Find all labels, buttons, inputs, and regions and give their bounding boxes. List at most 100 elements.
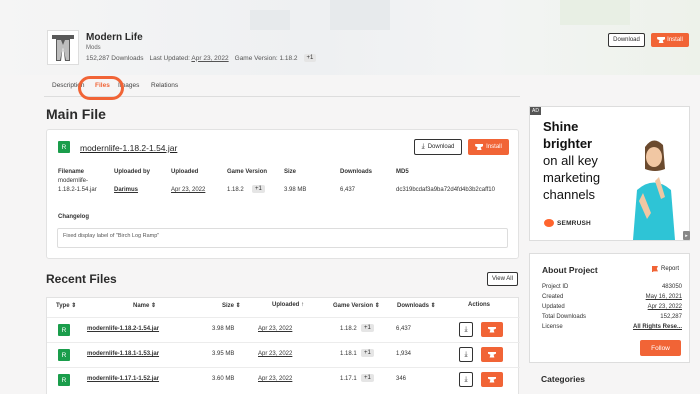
filename-line1: modernlife- (58, 178, 89, 184)
tab-relations[interactable]: Relations (151, 82, 178, 89)
anvil-icon (488, 326, 496, 333)
about-field: License All Rights Rese... (542, 324, 682, 330)
col-name-header[interactable]: Name ⇕ (133, 302, 156, 309)
filename-line2: 1.18.2-1.54.jar (58, 187, 97, 193)
main-file-download-button[interactable]: ⤓ Download (414, 139, 462, 155)
flag-icon (651, 266, 658, 272)
anvil-icon (657, 37, 666, 43)
project-category[interactable]: Mods (86, 45, 101, 51)
ad-brand-name: SEMRUSH (557, 219, 591, 227)
table-row[interactable]: R modernlife-1.18.2-1.54.jar 3.98 MB Apr… (47, 317, 520, 342)
game-version-extra-chip[interactable]: +1 (361, 349, 374, 357)
ad-scroll-icon[interactable]: ▸ (683, 231, 690, 240)
license-link[interactable]: All Rights Rese... (633, 324, 682, 330)
table-row[interactable]: R modernlife-1.17.1-1.52.jar 3.60 MB Apr… (47, 367, 520, 392)
download-icon: ⤓ (464, 375, 468, 383)
col-filename-header: Filename (58, 169, 85, 175)
main-file-install-button[interactable]: Install (468, 139, 509, 155)
game-version-extra-chip[interactable]: +1 (361, 374, 374, 382)
file-game-version: 1.18.1 (340, 351, 357, 357)
row-download-button[interactable]: ⤓ (459, 322, 473, 337)
anvil-icon (475, 144, 484, 150)
project-title: Modern Life (86, 32, 143, 43)
file-uploaded: Apr 23, 2022 (258, 376, 293, 382)
download-count: 152,287 Downloads (86, 54, 144, 62)
downloads-value: 6,437 (340, 187, 356, 193)
header-download-button[interactable]: Download (608, 33, 645, 47)
last-updated: Last Updated: Apr 23, 2022 (149, 54, 229, 62)
background-block (560, 0, 630, 25)
game-version-extra-chip[interactable]: +1 (252, 185, 265, 193)
ad-label: AD (530, 107, 541, 115)
install-label: Install (486, 144, 502, 150)
file-downloads: 346 (396, 376, 407, 382)
about-field: Created May 16, 2021 (542, 294, 682, 300)
row-download-button[interactable]: ⤓ (459, 372, 473, 387)
col-downloads-header: Downloads (340, 169, 373, 175)
about-title: About Project (542, 265, 598, 275)
col-uploaded-by-header: Uploaded by (114, 169, 151, 175)
file-game-version: 1.17.1 (340, 376, 357, 382)
background-block (330, 0, 390, 30)
col-downloads-header[interactable]: Downloads ⇕ (397, 302, 436, 309)
download-label: Download (427, 144, 455, 150)
row-install-button[interactable] (481, 347, 503, 362)
background-block (250, 10, 290, 30)
col-uploaded-header[interactable]: Uploaded ↑ (272, 302, 304, 308)
about-field: Project ID 483050 (542, 284, 682, 290)
col-md5-header: MD5 (396, 169, 409, 175)
ad-person-image (625, 135, 681, 240)
recent-files-table: Type ⇕ Name ⇕ Size ⇕ Uploaded ↑ Game Ver… (46, 297, 520, 394)
release-badge: R (58, 374, 70, 386)
install-label: Install (667, 37, 683, 43)
size-value: 3.98 MB (284, 187, 307, 193)
anvil-icon (488, 376, 496, 383)
tab-highlight-annotation (78, 76, 124, 100)
col-type-header[interactable]: Type ⇕ (56, 302, 76, 309)
download-icon: ⤓ (464, 325, 468, 333)
main-file-link[interactable]: modernlife-1.18.2-1.54.jar (80, 143, 177, 153)
file-name-link[interactable]: modernlife-1.18.2-1.54.jar (87, 326, 159, 332)
view-all-button[interactable]: View All (487, 272, 518, 286)
ad-headline: Shine brighter on all key marketing chan… (543, 119, 623, 203)
game-version-extra-chip[interactable]: +1 (361, 324, 374, 332)
file-size: 3.95 MB (212, 351, 235, 357)
row-install-button[interactable] (481, 372, 503, 387)
game-version: Game Version: 1.18.2 (234, 54, 298, 62)
row-install-button[interactable] (481, 322, 503, 337)
follow-button[interactable]: Follow (640, 340, 681, 356)
uploader-link[interactable]: Darimus (114, 187, 138, 193)
ad-headline-bold: Shine brighter (543, 119, 593, 151)
col-actions-header: Actions (468, 302, 491, 308)
game-version-value: 1.18.2 (227, 187, 244, 193)
report-label: Report (660, 266, 679, 272)
table-row[interactable]: R modernlife-1.18.1-1.53.jar 3.95 MB Apr… (47, 342, 520, 367)
file-name-link[interactable]: modernlife-1.18.1-1.53.jar (87, 351, 159, 357)
md5-value: dc319bcdaf3a9ba72d4fd4b3b2caff10 (396, 187, 495, 193)
file-size: 3.60 MB (212, 376, 235, 382)
row-download-button[interactable]: ⤓ (459, 347, 473, 362)
changelog-label: Changelog (58, 214, 89, 220)
report-button[interactable]: Report (651, 266, 679, 272)
game-version-extra-chip[interactable]: +1 (303, 54, 317, 62)
file-uploaded: Apr 23, 2022 (258, 351, 293, 357)
file-uploaded: Apr 23, 2022 (258, 326, 293, 332)
ad-headline-text: on all key marketing channels (543, 152, 601, 202)
col-size-header[interactable]: Size ⇕ (222, 302, 241, 309)
project-meta: 152,287 Downloads Last Updated: Apr 23, … (86, 54, 317, 62)
file-size: 3.98 MB (212, 326, 235, 332)
release-badge: R (58, 141, 70, 153)
file-name-link[interactable]: modernlife-1.17.1-1.52.jar (87, 376, 159, 382)
main-file-heading: Main File (46, 106, 106, 122)
col-uploaded-header: Uploaded (171, 169, 199, 175)
ad-brand: SEMRUSH (544, 219, 591, 227)
about-field: Total Downloads 152,287 (542, 314, 682, 320)
release-badge: R (58, 324, 70, 336)
col-game-version-header: Game Version (227, 169, 268, 175)
advertisement[interactable]: AD Shine brighter on all key marketing c… (529, 106, 690, 241)
header-install-button[interactable]: Install (651, 33, 689, 47)
about-project-panel: About Project Report Project ID 483050 Cr… (529, 253, 690, 363)
col-game-version-header[interactable]: Game Version ⇕ (333, 302, 380, 309)
project-logo (47, 30, 79, 65)
semrush-logo-icon (544, 219, 554, 227)
